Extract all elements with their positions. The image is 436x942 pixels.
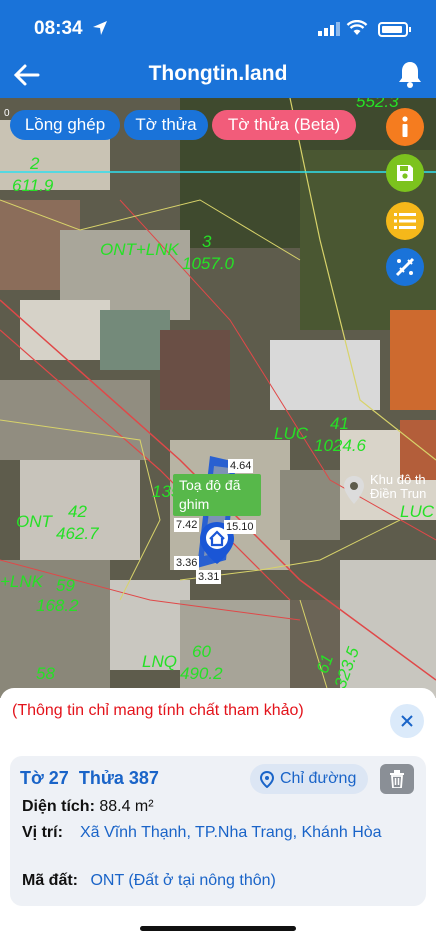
save-icon <box>397 165 413 181</box>
poi-name: Điền Trun <box>370 486 427 501</box>
list-icon <box>394 213 416 229</box>
parcel-card: Tờ 27 Thửa 387 Chỉ đường Diện tích: 88.4 … <box>10 756 426 906</box>
area-row: Diện tích: 88.4 m² <box>22 796 154 818</box>
area-value: 88.4 m² <box>99 798 154 815</box>
measure-tool-button[interactable] <box>386 248 424 286</box>
parcel-label: 1024.6 <box>314 436 366 455</box>
parcel-label: 59 <box>56 576 75 595</box>
parcel-label: 168.2 <box>36 596 79 615</box>
location-arrow-icon <box>93 21 107 35</box>
info-button[interactable] <box>386 108 424 146</box>
pinned-coordinate-label[interactable]: Toạ độ đã ghim <box>173 474 261 516</box>
parcel-label: LUC <box>400 502 435 521</box>
home-indicator <box>140 926 296 931</box>
app-header: 08:34 Thongtin.land <box>0 0 436 98</box>
tab-long-ghep[interactable]: Lồng ghép <box>10 110 120 140</box>
parcel-label: 3 <box>202 232 212 251</box>
parcel-label: 490.2 <box>180 664 223 683</box>
notification-bell-icon[interactable] <box>398 60 422 88</box>
list-button[interactable] <box>386 202 424 240</box>
edge-length-label: 3.36 <box>174 556 200 570</box>
edge-length-label: 7.42 <box>174 518 200 532</box>
parcel-label: ONT <box>16 512 52 531</box>
land-code-row: Mã đất: ONT (Đất ở tại nông thôn) <box>22 870 276 892</box>
parcel-info-panel: (Thông tin chỉ mang tính chất tham khảo)… <box>0 688 436 942</box>
battery-icon <box>378 22 411 37</box>
disclaimer-note: (Thông tin chỉ mang tính chất tham khảo) <box>12 702 304 719</box>
tab-to-thua[interactable]: Tờ thửa <box>124 110 208 140</box>
close-icon <box>401 715 413 727</box>
info-icon <box>402 116 408 137</box>
status-time: 08:34 <box>34 18 83 39</box>
parcel-label: LUC <box>274 424 309 443</box>
delete-button[interactable] <box>380 764 414 794</box>
measure-icon <box>395 257 415 277</box>
parcel-number: Thửa 387 <box>78 768 159 788</box>
parcel-label: 323.5 <box>330 644 364 692</box>
area-label: Diện tích: <box>22 798 95 815</box>
parcel-labels: 552.3 2 611.9 ONT+LNK 3 1057.0 LUC 41 10… <box>0 98 436 698</box>
map-view[interactable]: 552.3 2 611.9 ONT+LNK 3 1057.0 LUC 41 10… <box>0 98 436 698</box>
parcel-label: 42 <box>68 502 87 521</box>
location-row: Vị trí: Xã Vĩnh Thạnh, TP.Nha Trang, Khá… <box>22 822 402 844</box>
edge-length-label: 3.31 <box>196 570 222 584</box>
land-code-label: Mã đất: <box>22 872 78 889</box>
close-button[interactable] <box>390 704 424 738</box>
land-code-value: ONT (Đất ở tại nông thôn) <box>90 872 276 889</box>
parcel-label: +LNK <box>0 572 43 591</box>
map-marker-label: 0 <box>4 108 10 119</box>
layer-tabs: Lồng ghép Tờ thửa Tờ thửa (Beta) <box>10 110 356 140</box>
save-button[interactable] <box>386 154 424 192</box>
sheet-number: Tờ 27 <box>20 768 69 788</box>
location-value: Xã Vĩnh Thạnh, TP.Nha Trang, Khánh Hòa <box>80 824 382 841</box>
wifi-icon <box>346 20 368 35</box>
poi-name: Khu đô th <box>370 472 426 487</box>
parcel-heading: Tờ 27 Thửa 387 <box>20 768 159 789</box>
parcel-label: 552.3 <box>356 98 399 111</box>
directions-label: Chỉ đường <box>280 770 357 787</box>
parcel-label: 58 <box>36 664 55 683</box>
status-bar: 08:34 <box>0 16 436 44</box>
parcel-label: 462.7 <box>56 524 99 543</box>
page-title: Thongtin.land <box>148 62 288 85</box>
tab-to-thua-beta[interactable]: Tờ thửa (Beta) <box>212 110 356 140</box>
parcel-label: LNQ <box>142 652 177 671</box>
location-label: Vị trí: <box>22 824 63 841</box>
trash-icon <box>390 770 404 788</box>
parcel-label: ONT+LNK <box>100 240 179 259</box>
cellular-signal-icon <box>318 22 340 36</box>
map-pin-icon <box>344 476 364 504</box>
edge-length-label: 4.64 <box>228 459 254 473</box>
directions-button[interactable]: Chỉ đường <box>250 764 368 794</box>
parcel-label: 41 <box>330 414 349 433</box>
parcel-label: 1057.0 <box>182 254 234 273</box>
parcel-label: 60 <box>192 642 211 661</box>
edge-length-label: 15.10 <box>224 520 256 534</box>
parcel-label: 611.9 <box>12 176 54 195</box>
location-pin-icon <box>260 771 274 788</box>
parcel-label: 2 <box>30 154 40 173</box>
